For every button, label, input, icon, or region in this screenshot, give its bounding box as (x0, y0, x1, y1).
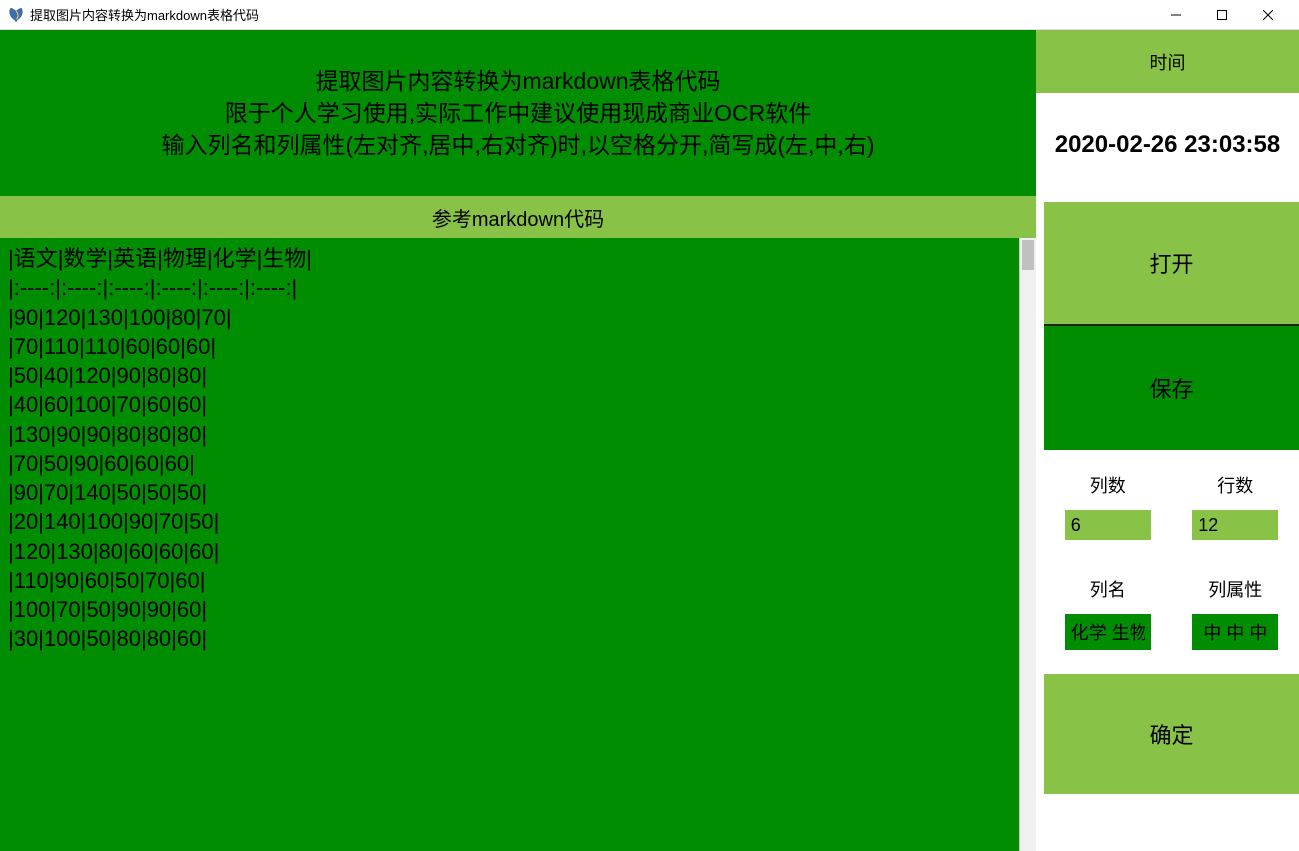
rows-label: 行数 (1217, 472, 1253, 498)
vertical-scrollbar[interactable] (1019, 238, 1036, 851)
window-title: 提取图片内容转换为markdown表格代码 (30, 5, 1153, 24)
names-input[interactable] (1065, 614, 1151, 650)
maximize-icon (1217, 10, 1227, 20)
maximize-button[interactable] (1199, 0, 1245, 30)
save-button[interactable]: 保存 (1044, 326, 1299, 450)
header-line2: 限于个人学习使用,实际工作中建议使用现成商业OCR软件 (225, 97, 812, 129)
names-label: 列名 (1090, 576, 1126, 602)
cols-input[interactable] (1065, 510, 1151, 540)
subheader-label: 参考markdown代码 (0, 196, 1036, 238)
window-controls (1153, 0, 1291, 30)
minimize-button[interactable] (1153, 0, 1199, 30)
scroll-thumb[interactable] (1022, 240, 1034, 270)
close-icon (1263, 10, 1273, 20)
close-button[interactable] (1245, 0, 1291, 30)
attrs-label: 列属性 (1208, 576, 1262, 602)
markdown-code-area[interactable]: |语文|数学|英语|物理|化学|生物| |:----:|:----:|:----… (0, 238, 1019, 851)
attrs-input[interactable] (1192, 614, 1278, 650)
rows-input[interactable] (1192, 510, 1278, 540)
time-value: 2020-02-26 23:03:58 (1036, 93, 1299, 196)
header-panel: 提取图片内容转换为markdown表格代码 限于个人学习使用,实际工作中建议使用… (0, 30, 1036, 196)
window-titlebar: 提取图片内容转换为markdown表格代码 (0, 0, 1299, 30)
minimize-icon (1171, 10, 1181, 20)
header-line3: 输入列名和列属性(左对齐,居中,右对齐)时,以空格分开,简写成(左,中,右) (162, 129, 875, 161)
cols-label: 列数 (1090, 472, 1126, 498)
time-label: 时间 (1036, 30, 1299, 93)
confirm-button[interactable]: 确定 (1044, 674, 1299, 794)
app-icon (8, 7, 24, 23)
header-line1: 提取图片内容转换为markdown表格代码 (315, 65, 720, 97)
open-button[interactable]: 打开 (1044, 202, 1299, 326)
